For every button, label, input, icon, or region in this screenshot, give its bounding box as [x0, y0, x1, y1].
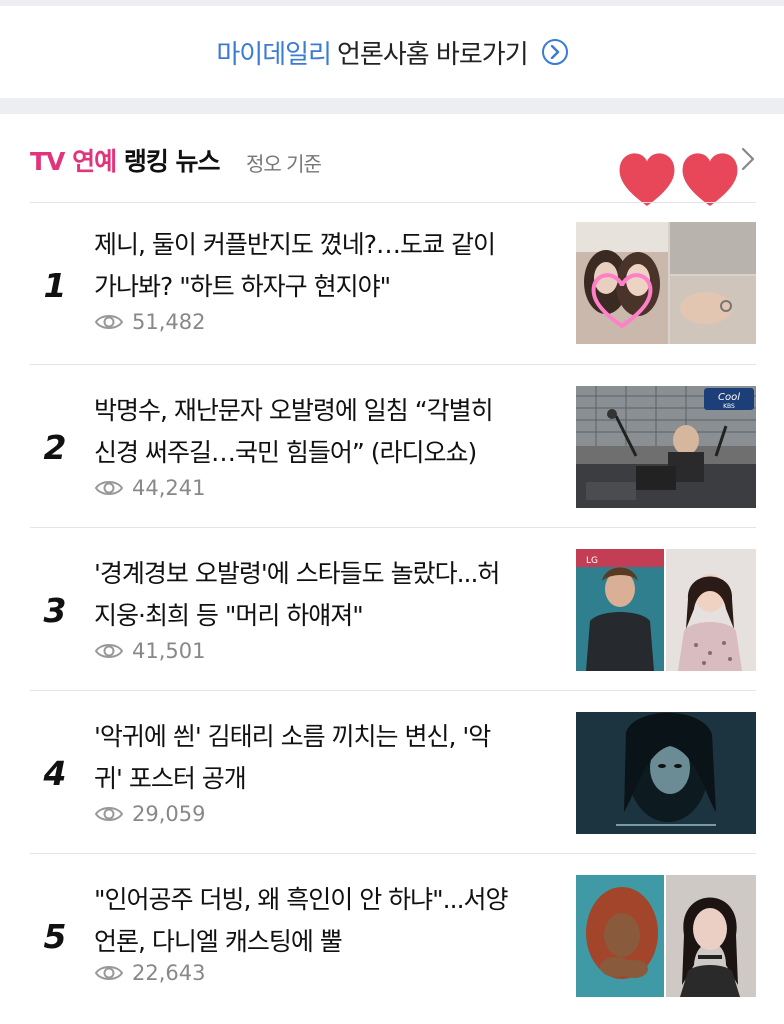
news-thumbnail[interactable]: Cool KBS [576, 386, 756, 508]
news-item-1[interactable]: 1 제니, 둘이 커플반지도 꼈네?…도쿄 같이 가나봐? "하트 하자구 현지… [0, 204, 784, 366]
eye-icon [94, 644, 124, 658]
eye-icon [94, 481, 124, 495]
divider [30, 527, 756, 528]
studio-logo: Cool [718, 392, 740, 403]
rank-number: 3 [43, 591, 67, 630]
headline-line-1: "인어공주 더빙, 왜 흑인이 안 하냐"...서양 [94, 885, 509, 914]
heart-icon [619, 153, 738, 206]
news-item-2[interactable]: 2 박명수, 재난문자 오발령에 일침 “각별히 신경 써주길…국민 힘들어” … [0, 366, 784, 528]
eye-icon [94, 807, 124, 821]
rank-number: 4 [43, 754, 67, 793]
ranking-title-category: TV 연예 [30, 147, 117, 176]
divider [30, 202, 756, 203]
view-count-value: 22,643 [132, 961, 206, 985]
news-thumbnail[interactable] [576, 875, 756, 997]
ranking-title: TV 연예 랭킹 뉴스 [30, 142, 221, 178]
view-count: 51,482 [94, 310, 205, 334]
view-count-value: 51,482 [132, 310, 206, 334]
headline-line-2: 지웅·최희 등 "머리 하얘져" [94, 601, 364, 630]
news-item-5[interactable]: 5 "인어공주 더빙, 왜 흑인이 안 하냐"...서양 언론, 다니엘 캐스팅… [0, 855, 784, 1017]
news-headline[interactable]: "인어공주 더빙, 왜 흑인이 안 하냐"...서양 언론, 다니엘 캐스팅에 … [94, 879, 554, 963]
headline-line-1: '경계경보 오발령'에 스타들도 놀랐다...허 [94, 559, 500, 588]
eye-icon [94, 315, 124, 329]
news-headline[interactable]: 제니, 둘이 커플반지도 꼈네?…도쿄 같이 가나봐? "하트 하자구 현지야" [94, 224, 554, 308]
view-count: 29,059 [94, 802, 205, 826]
studio-logo-sub: KBS [723, 403, 735, 410]
divider [30, 364, 756, 365]
headline-line-2: 신경 써주길…국민 힘들어” (라디오쇼) [94, 438, 477, 467]
headline-line-1: 박명수, 재난문자 오발령에 일침 “각별히 [94, 396, 494, 425]
section-gap [0, 98, 784, 114]
news-headline[interactable]: '악귀에 씐' 김태리 소름 끼치는 변신, '악 귀' 포스터 공개 [94, 716, 554, 800]
view-count: 41,501 [94, 639, 205, 663]
ranking-title-main: 랭킹 뉴스 [123, 147, 221, 176]
headline-line-1: '악귀에 씐' 김태리 소름 끼치는 변신, '악 [94, 722, 491, 751]
headline-line-2: 가나봐? "하트 하자구 현지야" [94, 272, 391, 301]
news-thumbnail[interactable]: LG [576, 549, 756, 671]
view-count-value: 44,241 [132, 476, 206, 500]
press-home-label: 언론사홈 바로가기 [336, 39, 529, 70]
news-item-3[interactable]: 3 '경계경보 오발령'에 스타들도 놀랐다...허 지웅·최희 등 "머리 하… [0, 529, 784, 691]
headline-line-1: 제니, 둘이 커플반지도 꼈네?…도쿄 같이 [94, 230, 496, 259]
news-item-4[interactable]: 4 '악귀에 씐' 김태리 소름 끼치는 변신, '악 귀' 포스터 공개 29… [0, 692, 784, 854]
rank-number: 5 [43, 917, 67, 956]
news-headline[interactable]: '경계경보 오발령'에 스타들도 놀랐다...허 지웅·최희 등 "머리 하얘져… [94, 553, 554, 637]
headline-line-2: 귀' 포스터 공개 [94, 764, 247, 793]
press-home-link[interactable]: 마이데일리 언론사홈 바로가기 [0, 6, 784, 98]
eye-icon [94, 966, 124, 980]
view-count-value: 29,059 [132, 802, 206, 826]
ranking-basis: 정오 기준 [246, 152, 322, 176]
view-count-value: 41,501 [132, 639, 206, 663]
chevron-right-circle-icon [541, 39, 568, 65]
divider [30, 853, 756, 854]
news-thumbnail[interactable] [576, 712, 756, 834]
view-count: 44,241 [94, 476, 205, 500]
rank-number: 2 [43, 428, 67, 467]
chevron-right-icon[interactable] [740, 146, 756, 176]
backdrop-sponsor: LG [586, 556, 598, 566]
headline-line-2: 언론, 다니엘 캐스팅에 뿔 [94, 927, 343, 956]
news-headline[interactable]: 박명수, 재난문자 오발령에 일침 “각별히 신경 써주길…국민 힘들어” (라… [94, 390, 554, 474]
news-thumbnail[interactable] [576, 222, 756, 344]
divider [30, 690, 756, 691]
view-count: 22,643 [94, 961, 205, 985]
press-brand: 마이데일리 [216, 39, 332, 70]
rank-number: 1 [43, 266, 67, 305]
